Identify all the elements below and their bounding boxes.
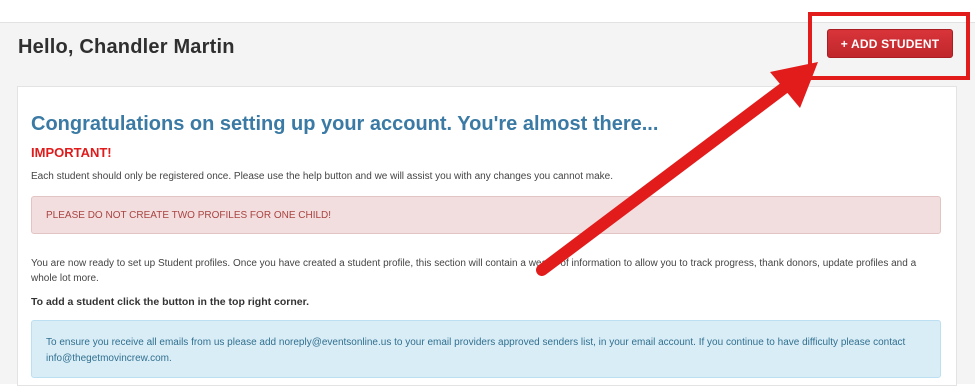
info-alert-text: To ensure you receive all emails from us… [46, 337, 906, 364]
ready-text: You are now ready to set up Student prof… [31, 258, 917, 284]
card-title: Congratulations on setting up your accou… [31, 113, 659, 135]
add-student-button[interactable]: + ADD STUDENT [827, 29, 953, 58]
danger-alert: PLEASE DO NOT CREATE TWO PROFILES FOR ON… [31, 196, 941, 234]
intro-text: Each student should only be registered o… [31, 171, 614, 182]
info-alert: To ensure you receive all emails from us… [31, 320, 941, 378]
greeting-heading: Hello, Chandler Martin [18, 36, 235, 58]
important-label: IMPORTANT! [31, 145, 112, 160]
danger-alert-text: PLEASE DO NOT CREATE TWO PROFILES FOR ON… [46, 210, 332, 221]
add-student-instruction: To add a student click the button in the… [31, 296, 310, 308]
